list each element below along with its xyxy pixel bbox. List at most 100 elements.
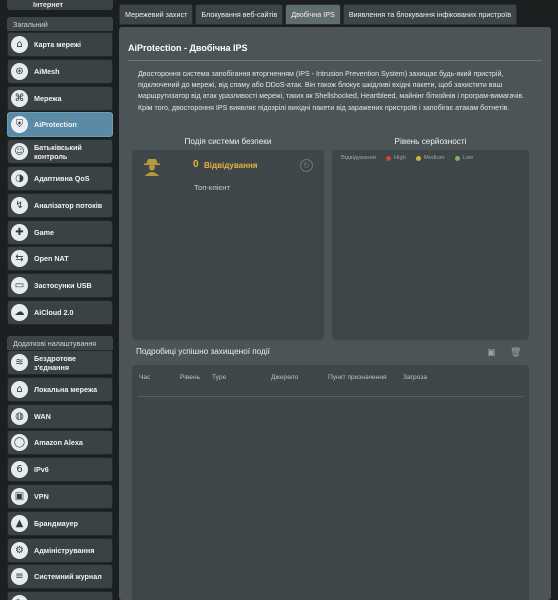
sidebar-item-qos[interactable]: ◑ Адаптивна QoS <box>7 166 113 191</box>
events-table: Час Рівень Type Джерело Пункт призначенн… <box>132 365 529 600</box>
legend-high: High <box>393 155 406 161</box>
sidebar-item-label: AiCloud 2.0 <box>34 308 74 317</box>
tab-website-blocking[interactable]: Блокування веб-сайтів <box>195 4 284 25</box>
qos-icon: ◑ <box>11 170 28 187</box>
sidebar-item-shield[interactable]: ⛨ AiProtection <box>7 112 113 138</box>
cloud-icon: ☁ <box>11 304 28 321</box>
traffic-analyzer-icon: ↯ <box>11 196 28 214</box>
security-events-heading: Подія системи безпеки <box>184 137 272 146</box>
sidebar-item-internet[interactable]: Інтернет <box>7 0 113 10</box>
sidebar-item-label: Брандмауер <box>34 518 78 528</box>
sidebar-item-label: Локальна мережа <box>34 384 98 394</box>
sidebar-item-label: Батьківський контроль <box>34 142 82 161</box>
sidebar-item-syslog[interactable]: ≡ Системний журнал <box>7 564 113 590</box>
sidebar-item-alexa[interactable]: ◯ Amazon Alexa <box>7 430 113 456</box>
gamepad-icon: ✚ <box>11 223 28 241</box>
sidebar-item-lan[interactable]: ⌂ Локальна мережа <box>7 376 113 402</box>
sidebar-item-label: AiMesh <box>34 66 60 76</box>
sidebar-item-wireless[interactable]: ≋ Бездротове з'єднання <box>7 350 113 375</box>
sidebar-item-label: Бездротове з'єднання <box>34 353 77 372</box>
sidebar-item-label: Amazon Alexa <box>34 438 83 448</box>
lan-icon: ⌂ <box>11 380 28 398</box>
alexa-icon: ◯ <box>11 434 28 452</box>
sidebar-item-network-map[interactable]: ⌂ Карта мережі <box>7 32 113 57</box>
table-header-divider <box>138 396 523 397</box>
window-edge <box>551 0 558 600</box>
ipv6-icon: 6 <box>11 461 28 479</box>
tab-two-way-ips[interactable]: Двобічна IPS <box>285 4 341 25</box>
sidebar-section-advanced: Додаткові налаштування <box>7 336 113 350</box>
sidebar-item-traffic-analyzer[interactable]: ↯ Аналізатор потоків <box>7 192 113 218</box>
severity-heading: Рівень серйозності <box>394 137 467 146</box>
sidebar: Інтернет Загальний ⌂ Карта мережі ⊛ AiMesh ⌘… <box>0 0 113 600</box>
sidebar-item-network[interactable]: ⌘ Мережа <box>7 85 113 111</box>
legend-low: Low <box>462 155 474 161</box>
parental-control-icon: ☺ <box>11 143 28 161</box>
save-icon[interactable]: ▣ <box>487 348 496 358</box>
sidebar-item-label: Аналізатор потоків <box>34 200 103 210</box>
sidebar-item-ipv6[interactable]: 6 IPv6 <box>7 457 113 483</box>
wireless-icon: ≋ <box>11 354 28 371</box>
open-nat-icon: ⇆ <box>11 250 28 268</box>
details-title: Подробиці успішно захищеної події <box>136 347 270 356</box>
sidebar-item-parental-control[interactable]: ☺ Батьківський контроль <box>7 139 113 165</box>
shield-icon: ⛨ <box>11 116 28 134</box>
legend-prefix: Відвідування <box>341 155 376 161</box>
hit-count: 0 <box>193 159 199 170</box>
sidebar-item-cloud[interactable]: ☁ AiCloud 2.0 <box>7 300 113 325</box>
sidebar-item-label: Мережа <box>34 93 62 103</box>
legend-medium: Medium <box>423 155 445 161</box>
column-header-level: Рівень <box>180 374 201 381</box>
legend-high-dot <box>385 155 391 161</box>
usb-icon: ▭ <box>11 277 28 295</box>
sidebar-item-usb[interactable]: ▭ Застосунки USB <box>7 273 113 299</box>
tab-infected-device-blocking[interactable]: Виявлення та блокування інфікованих прис… <box>342 4 518 25</box>
title-divider <box>128 60 542 61</box>
column-header-type: Type <box>212 374 227 381</box>
sidebar-item-firewall[interactable]: ▲ Брандмауер <box>7 510 113 536</box>
network-icon: ⌘ <box>11 89 28 107</box>
security-events-card: 0 Відвідування ↻ Топ-клієнт <box>132 150 324 340</box>
sidebar-item-label: Open NAT <box>34 254 69 264</box>
column-header-source: Джерело <box>271 374 299 381</box>
sidebar-item-label: AiProtection <box>34 120 77 130</box>
sidebar-item-vpn[interactable]: ▣ VPN <box>7 484 113 509</box>
sidebar-item-label: VPN <box>34 492 49 501</box>
main-panel: AiProtection - Двобічна IPS Двостороння … <box>119 27 551 600</box>
sidebar-item-network-tools[interactable]: ✎Мережеві <box>7 591 113 600</box>
legend-low-dot <box>454 155 460 161</box>
network-map-icon: ⌂ <box>11 36 28 53</box>
sidebar-item-admin[interactable]: ⚙ Адміністрування <box>7 537 113 563</box>
page-title: AiProtection - Двобічна IPS <box>128 43 248 53</box>
sidebar-item-label: Game <box>34 227 54 237</box>
trash-icon[interactable]: 🗑 <box>510 348 521 358</box>
syslog-icon: ≡ <box>11 568 28 586</box>
user-spy-icon <box>144 159 160 176</box>
tab-network-protection[interactable]: Мережевий захист <box>119 4 194 25</box>
severity-card: Відвідування High Medium Low <box>332 150 529 340</box>
firewall-icon: ▲ <box>11 514 28 532</box>
refresh-icon[interactable]: ↻ <box>300 159 313 172</box>
sidebar-item-label: Адміністрування <box>34 545 95 555</box>
page-description: Двостороння система запобігання вторгнен… <box>138 70 525 112</box>
sidebar-item-label: WAN <box>34 411 51 421</box>
top-client-label: Топ-клієнт <box>194 183 230 192</box>
sidebar-item-label: Інтернет <box>33 0 64 9</box>
globe-icon: ◍ <box>11 407 28 425</box>
sidebar-item-globe[interactable]: ◍ WAN <box>7 403 113 429</box>
tab-bar: Мережевий захист Блокування веб-сайтів Д… <box>119 4 519 25</box>
sidebar-item-label: Застосунки USB <box>34 281 92 291</box>
column-header-threat: Загроза <box>403 374 428 381</box>
sidebar-item-aimesh[interactable]: ⊛ AiMesh <box>7 58 113 84</box>
sidebar-item-label: Карта мережі <box>34 40 81 49</box>
network-tools-icon: ✎ <box>11 595 28 600</box>
sidebar-item-gamepad[interactable]: ✚ Game <box>7 219 113 245</box>
sidebar-item-open-nat[interactable]: ⇆ Open NAT <box>7 246 113 272</box>
hit-label: Відвідування <box>204 161 258 170</box>
column-header-time: Час <box>139 374 151 381</box>
sidebar-item-label: Системний журнал <box>34 572 102 582</box>
sidebar-item-label: IPv6 <box>34 465 49 475</box>
sidebar-item-label: Адаптивна QoS <box>34 174 90 183</box>
column-header-destination: Пункт призначення <box>328 374 387 381</box>
aimesh-icon: ⊛ <box>11 62 28 80</box>
